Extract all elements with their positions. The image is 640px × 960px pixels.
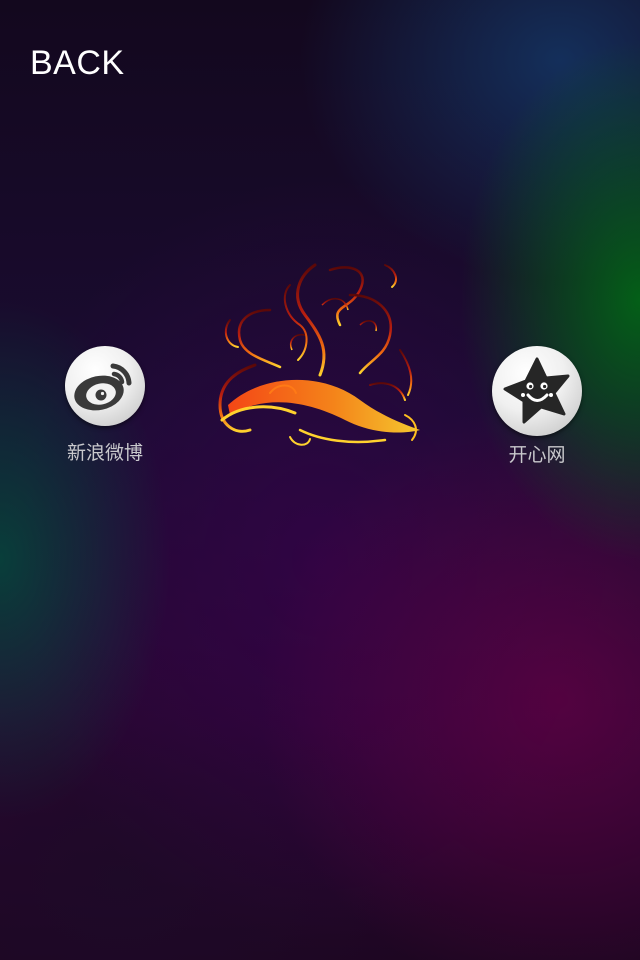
kaixin-star-icon[interactable]: [492, 346, 582, 436]
kaixin-label: 开心网: [508, 444, 566, 466]
share-kaixin-button[interactable]: 开心网: [482, 346, 592, 467]
back-button[interactable]: BACK: [30, 44, 125, 83]
share-weibo-button[interactable]: 新浪微博: [50, 346, 160, 465]
gradient-background: [0, 0, 640, 960]
weibo-icon[interactable]: [65, 346, 145, 426]
flourish-ornament: [210, 255, 425, 460]
weibo-label: 新浪微博: [66, 442, 143, 464]
